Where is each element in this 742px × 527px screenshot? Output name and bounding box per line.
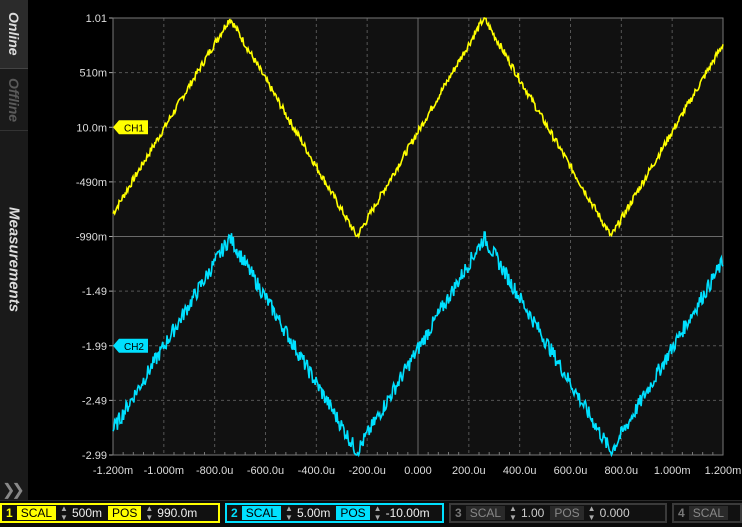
ch1-scal-spinner-icon[interactable]: ▲ ▼ — [56, 504, 70, 522]
x-tick-label: 200.0u — [452, 465, 486, 477]
ch2-number: 2 — [231, 506, 238, 520]
ch2-settings[interactable]: 2 SCAL ▲ ▼ 5.00m POS ▲ ▼ -10.00m — [225, 503, 444, 523]
y-tick-label: 1.01 — [86, 13, 107, 25]
ch1-pos-value[interactable]: 990.0m — [155, 506, 203, 520]
x-tick-label: -800.0u — [196, 465, 233, 477]
sidebar: Online Offline Measurements ❯❯ — [0, 0, 29, 500]
tab-measurements[interactable]: Measurements — [0, 150, 28, 370]
tab-online[interactable]: Online — [0, 0, 28, 69]
ch4-number: 4 — [678, 506, 685, 520]
ch1-number: 1 — [6, 506, 13, 520]
y-tick-label: -1.99 — [82, 341, 107, 353]
x-tick-label: 400.0u — [503, 465, 537, 477]
x-tick-label: -600.0u — [247, 465, 284, 477]
ch1-scal-label: SCAL — [16, 506, 57, 520]
tab-measurements-label: Measurements — [5, 207, 23, 313]
expand-chevron-icon[interactable]: ❯❯ — [2, 480, 25, 500]
y-tick-label: -2.99 — [82, 450, 107, 462]
x-tick-label: -1.200m — [93, 465, 133, 477]
x-tick-label: 1.200m — [705, 465, 742, 477]
y-tick-label: 10.0m — [76, 122, 107, 134]
ch4-scal-label: SCAL — [688, 506, 729, 520]
x-tick-label: -400.0u — [298, 465, 335, 477]
ch1-pos-spinner-icon[interactable]: ▲ ▼ — [141, 504, 155, 522]
x-tick-label: 0.000 — [404, 465, 432, 477]
ch3-pos-value[interactable]: 0.000 — [598, 506, 636, 520]
ch1-scal-value[interactable]: 500m — [70, 506, 108, 520]
y-tick-label: -1.49 — [82, 286, 107, 298]
x-tick-label: -200.0u — [349, 465, 386, 477]
ch2-scal-label: SCAL — [241, 506, 282, 520]
x-tick-label: -1.000m — [144, 465, 184, 477]
channel-bar: 1 SCAL ▲ ▼ 500m POS ▲ ▼ 990.0m 2 SCAL ▲ ▼ 5… — [0, 500, 742, 527]
ch3-scal-spinner-icon[interactable]: ▲ ▼ — [505, 504, 519, 522]
x-tick-label: 800.0u — [605, 465, 639, 477]
x-tick-label: 600.0u — [554, 465, 588, 477]
ch3-pos-label: POS — [550, 506, 584, 520]
ch2-scal-spinner-icon[interactable]: ▲ ▼ — [281, 504, 295, 522]
ch4-settings[interactable]: 4 SCAL — [672, 503, 742, 523]
ch3-pos-spinner-icon[interactable]: ▲ ▼ — [584, 504, 598, 522]
ch2-pos-spinner-icon[interactable]: ▲ ▼ — [370, 504, 384, 522]
y-tick-label: -490m — [76, 177, 107, 189]
y-tick-label: -2.49 — [82, 395, 107, 407]
oscilloscope-plot[interactable]: -1.200m -1.000m -800.0u -600.0u -400.0u -200.… — [28, 0, 742, 500]
y-tick-label: 510m — [79, 68, 107, 80]
ch1-pos-label: POS — [108, 506, 142, 520]
tab-offline[interactable]: Offline — [0, 70, 28, 131]
ch2-scal-value[interactable]: 5.00m — [295, 506, 336, 520]
tab-online-label: Online — [6, 12, 22, 56]
y-tick-label: -990m — [76, 232, 107, 244]
x-tick-label: 1.000m — [654, 465, 691, 477]
ch3-number: 3 — [455, 506, 462, 520]
ch3-scal-value[interactable]: 1.00 — [519, 506, 550, 520]
marker-ch2-label: CH2 — [124, 342, 144, 353]
ch3-scal-label: SCAL — [465, 506, 506, 520]
marker-ch1-label: CH1 — [124, 123, 144, 134]
tab-offline-label: Offline — [6, 77, 22, 123]
ch1-settings[interactable]: 1 SCAL ▲ ▼ 500m POS ▲ ▼ 990.0m — [0, 503, 220, 523]
ch2-pos-value[interactable]: -10.00m — [384, 506, 436, 520]
ch3-settings[interactable]: 3 SCAL ▲ ▼ 1.00 POS ▲ ▼ 0.000 — [449, 503, 667, 523]
ch2-pos-label: POS — [336, 506, 370, 520]
